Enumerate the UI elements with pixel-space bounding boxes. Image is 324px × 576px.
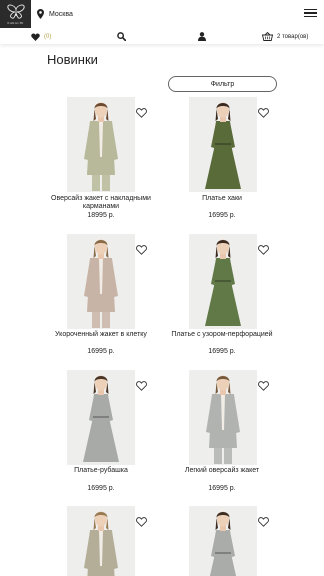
product-price: 16995 р.: [208, 348, 236, 355]
menu-icon[interactable]: [304, 9, 317, 19]
favorite-heart-icon[interactable]: [136, 105, 147, 118]
product-name[interactable]: Платье с узором-перфорацией: [162, 331, 282, 339]
cart-count: 2 товар(ов): [277, 33, 309, 40]
product-photo[interactable]: [189, 234, 257, 329]
product-name[interactable]: Укороченный жакет в клетку: [41, 331, 161, 339]
favorite-heart-icon[interactable]: [136, 514, 147, 527]
product-photo[interactable]: [67, 370, 135, 465]
product-name[interactable]: Платье хаки: [162, 195, 282, 203]
favorite-heart-icon[interactable]: [258, 378, 269, 391]
favorite-heart-icon[interactable]: [258, 105, 269, 118]
brand-logo[interactable]: NARACHI: [0, 0, 31, 28]
product-price: 16995 р.: [87, 485, 115, 492]
product-name-line1: Платье с узором-перфорацией: [171, 331, 273, 338]
product-photo[interactable]: [189, 506, 257, 576]
product-name-line1: Оверсайз жакет с накладными: [51, 195, 151, 202]
product-name-line1: Легкий оверсайз жакет: [184, 467, 260, 474]
action-bar: (0) 2 товар(ов): [0, 28, 324, 44]
product-name-line1: Платье-рубашка: [74, 467, 128, 474]
product-name[interactable]: Платье-рубашка: [41, 467, 161, 475]
search-icon: [117, 32, 126, 41]
product-price: 16995 р.: [208, 212, 236, 219]
user-icon: [198, 32, 206, 41]
favorite-heart-icon[interactable]: [136, 242, 147, 255]
product-price: 18995 р.: [87, 212, 115, 219]
search-button[interactable]: [117, 31, 126, 42]
product-photo[interactable]: [189, 370, 257, 465]
logo-wordmark: NARACHI: [7, 20, 24, 25]
product-price: 16995 р.: [208, 485, 236, 492]
product-photo[interactable]: [189, 97, 257, 192]
product-photo[interactable]: [67, 234, 135, 329]
favorite-heart-icon[interactable]: [136, 378, 147, 391]
product-photo[interactable]: [67, 506, 135, 576]
favorites-count: (0): [44, 33, 52, 40]
account-button[interactable]: [198, 31, 206, 42]
cart-link[interactable]: 2 товар(ов): [262, 31, 308, 42]
product-name-line1: Платье хаки: [202, 195, 242, 202]
product-name-line1: Укороченный жакет в клетку: [55, 331, 147, 338]
product-price: 16995 р.: [87, 348, 115, 355]
product-name[interactable]: Легкий оверсайз жакет: [162, 467, 282, 475]
city-label: Москва: [49, 10, 73, 18]
butterfly-logo-icon: [6, 4, 25, 19]
favorites-link[interactable]: (0): [31, 31, 51, 42]
favorite-heart-icon[interactable]: [258, 242, 269, 255]
page-title: Новинки: [47, 52, 98, 67]
city-selector[interactable]: Москва: [37, 7, 73, 21]
location-pin-icon: [37, 9, 44, 19]
product-name-line2: карманами: [82, 203, 120, 210]
product-photo[interactable]: [67, 97, 135, 192]
favorite-heart-icon[interactable]: [258, 514, 269, 527]
heart-icon: [31, 32, 40, 41]
basket-icon: [262, 32, 273, 41]
top-bar: NARACHI Москва: [0, 0, 324, 28]
filter-button[interactable]: Фильтр: [168, 76, 277, 92]
product-name[interactable]: Оверсайз жакет с накладными карманами: [41, 195, 161, 211]
